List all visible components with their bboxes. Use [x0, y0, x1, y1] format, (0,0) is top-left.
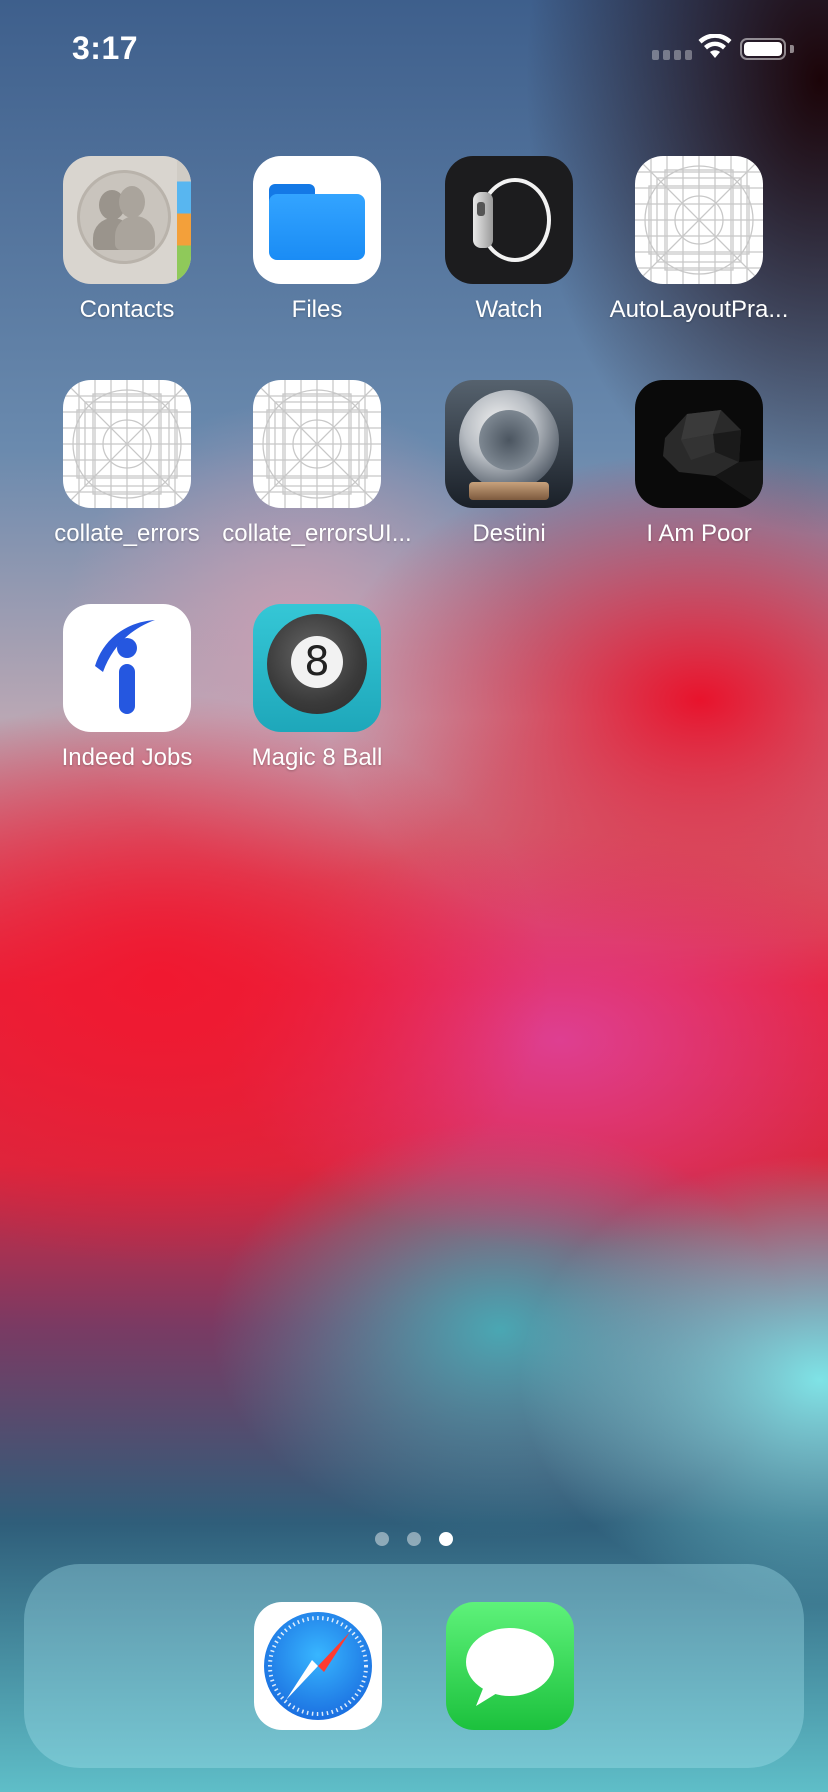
app-label: Files: [291, 296, 343, 323]
placeholder-grid-icon: [63, 380, 191, 508]
status-bar: 3:17: [0, 0, 828, 100]
contacts-icon: [63, 156, 191, 284]
app-label: AutoLayoutPra...: [609, 296, 789, 323]
app-label: Destini: [472, 520, 546, 547]
magic-8-ball-icon: 8: [253, 604, 381, 732]
app-contacts[interactable]: Contacts: [32, 156, 222, 324]
app-autolayoutpractice[interactable]: AutoLayoutPra...: [604, 156, 794, 324]
app-collate-errors[interactable]: collate_errors: [32, 380, 222, 548]
battery-icon: [740, 38, 786, 60]
watch-icon: [445, 156, 573, 284]
battery-level: [744, 42, 782, 56]
dock: [24, 1564, 804, 1768]
app-label: Watch: [475, 296, 543, 323]
app-indeed-jobs[interactable]: Indeed Jobs: [32, 604, 222, 772]
app-label: Magic 8 Ball: [251, 744, 383, 771]
page-dot[interactable]: [407, 1532, 421, 1546]
indeed-icon: [63, 604, 191, 732]
status-time: 3:17: [72, 30, 139, 66]
coal-rock-icon: [635, 380, 763, 508]
app-magic-8-ball[interactable]: 8 Magic 8 Ball: [222, 604, 412, 772]
safari-compass-icon[interactable]: [254, 1602, 382, 1730]
page-indicator[interactable]: [0, 1532, 828, 1546]
page-dot-active[interactable]: [439, 1532, 453, 1546]
placeholder-grid-icon: [635, 156, 763, 284]
crystal-ball-icon: [445, 380, 573, 508]
page-dot[interactable]: [375, 1532, 389, 1546]
app-i-am-poor[interactable]: I Am Poor: [604, 380, 794, 548]
cellular-signal-icon: [652, 50, 692, 60]
battery-cap: [790, 45, 794, 53]
app-label: collate_errorsUI...: [222, 520, 412, 547]
files-folder-icon: [253, 156, 381, 284]
app-label: I Am Poor: [646, 520, 752, 547]
app-watch[interactable]: Watch: [414, 156, 604, 324]
app-label: Indeed Jobs: [61, 744, 193, 771]
messages-bubble-icon[interactable]: [446, 1602, 574, 1730]
app-label: collate_errors: [54, 520, 200, 547]
wifi-icon: [698, 34, 732, 58]
app-collate-errors-ui[interactable]: collate_errorsUI...: [222, 380, 412, 548]
app-label: Contacts: [79, 296, 175, 323]
app-destini[interactable]: Destini: [414, 380, 604, 548]
app-files[interactable]: Files: [222, 156, 412, 324]
placeholder-grid-icon: [253, 380, 381, 508]
